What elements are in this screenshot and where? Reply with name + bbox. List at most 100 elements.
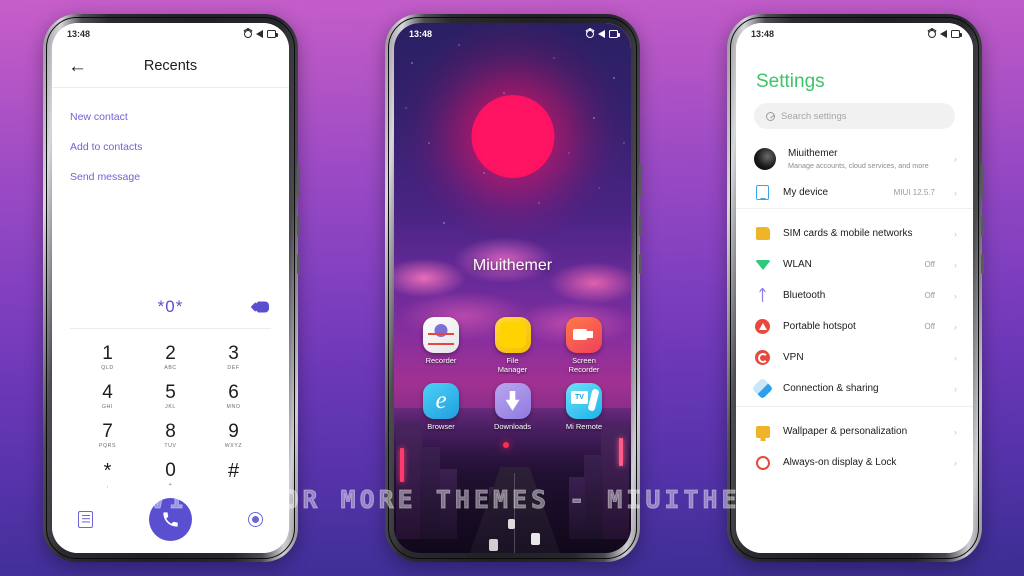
- status-bar: 13:48: [394, 23, 631, 45]
- file-manager-icon: [494, 317, 531, 353]
- app-downloads[interactable]: Downloads: [482, 382, 544, 431]
- app-file-manager[interactable]: File Manager: [482, 317, 544, 375]
- settings-row-vpn[interactable]: VPN ›: [736, 342, 973, 373]
- key-letters: QLD: [101, 365, 114, 371]
- dialpad-row: 7 PQRS 8 TUV 9 WXYZ: [76, 415, 265, 454]
- key-digit: 9: [228, 421, 239, 442]
- settings-row-wlan[interactable]: WLAN Off ›: [736, 249, 973, 280]
- action-send-message[interactable]: Send message: [70, 162, 271, 192]
- dialpad-key-9[interactable]: 9 WXYZ: [202, 415, 265, 454]
- phone-screen: 13:48 Settings Search settings Miuitheme…: [736, 23, 973, 553]
- neon-sign: [400, 448, 404, 482]
- settings-value: Off: [924, 260, 935, 269]
- key-digit: 4: [102, 382, 113, 403]
- key-digit: *: [103, 460, 112, 482]
- call-icon: [163, 512, 178, 527]
- dialpad-key-0[interactable]: 0 +: [139, 454, 202, 494]
- phone-side-buttons[interactable]: [639, 164, 642, 292]
- settings-label: Wallpaper & personalization: [783, 426, 908, 437]
- dialpad-key-2[interactable]: 2 ABC: [139, 337, 202, 376]
- account-subtitle: Manage accounts, cloud services, and mor…: [788, 161, 929, 170]
- wallpaper-label: Miuithemer: [472, 257, 553, 274]
- dialpad-key-6[interactable]: 6 MNO: [202, 376, 265, 415]
- settings-value: MIUI 12.5.7: [893, 188, 935, 197]
- chevron-right-icon: ›: [954, 352, 957, 363]
- phone-side-buttons[interactable]: [297, 164, 300, 292]
- app-label: Downloads: [493, 421, 532, 431]
- phone-screen: 13:48 ← Recents New contact Add to conta…: [52, 23, 289, 553]
- signal-icon: [940, 30, 947, 38]
- app-label: File Manager: [497, 356, 528, 375]
- dialpad-row: 4 GHI 5 JKL 6 MNO: [76, 376, 265, 415]
- settings-row-portable-hotspot[interactable]: Portable hotspot Off ›: [736, 311, 973, 342]
- settings-row-bluetooth[interactable]: ᛏ Bluetooth Off ›: [736, 280, 973, 311]
- building: [440, 469, 457, 539]
- section-divider: [736, 406, 973, 414]
- contacts-dot-icon[interactable]: [248, 512, 263, 527]
- settings-row-my-device[interactable]: My device MIUI 12.5.7 ›: [736, 177, 973, 208]
- backspace-icon[interactable]: [252, 301, 269, 313]
- settings-row-sim-cards[interactable]: SIM cards & mobile networks ›: [736, 218, 973, 249]
- dialpad-key-hash[interactable]: #: [202, 454, 265, 494]
- key-letters: MNO: [226, 404, 241, 410]
- building: [584, 455, 603, 539]
- key-digit: #: [227, 460, 240, 482]
- app-screen-recorder[interactable]: Screen Recorder: [553, 317, 615, 375]
- key-digit: 0: [165, 460, 176, 481]
- search-placeholder: Search settings: [781, 110, 847, 122]
- settings-row-connection-sharing[interactable]: Connection & sharing ›: [736, 373, 973, 404]
- key-letters: PQRS: [98, 443, 117, 449]
- account-text: Miuithemer Manage accounts, cloud servic…: [788, 148, 942, 170]
- dialpad: 1 QLD 2 ABC 3 DEF 4 GHI 5 JKL 6 MNO 7 PQ…: [52, 329, 289, 494]
- app-label: Mi Remote: [565, 421, 603, 431]
- phone-dialer: 13:48 ← Recents New contact Add to conta…: [43, 14, 300, 562]
- app-recorder[interactable]: Recorder: [410, 317, 472, 375]
- settings-group-network: SIM cards & mobile networks › WLAN Off ›…: [736, 216, 973, 406]
- call-button[interactable]: [149, 498, 192, 541]
- dialpad-key-3[interactable]: 3 DEF: [202, 337, 265, 376]
- keypad-list-icon[interactable]: [78, 511, 93, 528]
- chevron-right-icon: ›: [954, 457, 957, 468]
- key-digit: 3: [228, 343, 239, 364]
- sim-card-icon: [754, 225, 771, 242]
- settings-row-account[interactable]: Miuithemer Manage accounts, cloud servic…: [736, 141, 973, 177]
- dialpad-key-1[interactable]: 1 QLD: [76, 337, 139, 376]
- settings-label: Connection & sharing: [783, 383, 879, 394]
- app-row: Browser Downloads Mi Remote: [410, 382, 615, 431]
- chevron-right-icon: ›: [954, 290, 957, 301]
- dialpad-key-star[interactable]: * ,: [76, 454, 139, 494]
- dialpad-row: 1 QLD 2 ABC 3 DEF: [76, 337, 265, 376]
- phone-settings: 13:48 Settings Search settings Miuitheme…: [727, 14, 984, 562]
- battery-icon: [609, 30, 620, 38]
- dialpad-key-5[interactable]: 5 JKL: [139, 376, 202, 415]
- app-label: Recorder: [425, 356, 457, 365]
- search-input[interactable]: Search settings: [754, 103, 955, 129]
- vpn-icon: [754, 349, 771, 366]
- dialpad-key-7[interactable]: 7 PQRS: [76, 415, 139, 454]
- car: [531, 533, 541, 545]
- dialpad-row: * , 0 + #: [76, 454, 265, 494]
- dialpad-key-4[interactable]: 4 GHI: [76, 376, 139, 415]
- dialed-number[interactable]: *0*: [158, 297, 184, 317]
- app-mi-remote[interactable]: Mi Remote: [553, 382, 615, 431]
- key-digit: 1: [102, 343, 113, 364]
- chevron-right-icon: ›: [954, 259, 957, 270]
- settings-label: VPN: [783, 352, 804, 363]
- action-add-to-contacts[interactable]: Add to contacts: [70, 132, 271, 162]
- signal-icon: [598, 30, 605, 38]
- settings-row-wallpaper[interactable]: Wallpaper & personalization ›: [736, 416, 973, 447]
- settings-value: Off: [924, 322, 935, 331]
- neon-sign: [619, 438, 623, 466]
- mi-remote-icon: [566, 382, 602, 419]
- chevron-right-icon: ›: [954, 426, 957, 437]
- dialpad-key-8[interactable]: 8 TUV: [139, 415, 202, 454]
- downloads-icon: [494, 382, 531, 419]
- action-new-contact[interactable]: New contact: [70, 102, 271, 132]
- app-browser[interactable]: Browser: [410, 382, 472, 431]
- section-divider: [736, 208, 973, 216]
- chevron-right-icon: ›: [954, 228, 957, 239]
- settings-row-always-on-display[interactable]: Always-on display & Lock ›: [736, 447, 973, 478]
- phone-side-buttons[interactable]: [981, 164, 984, 292]
- key-letters: [202, 483, 265, 490]
- dialer-bottom-bar: [52, 494, 289, 553]
